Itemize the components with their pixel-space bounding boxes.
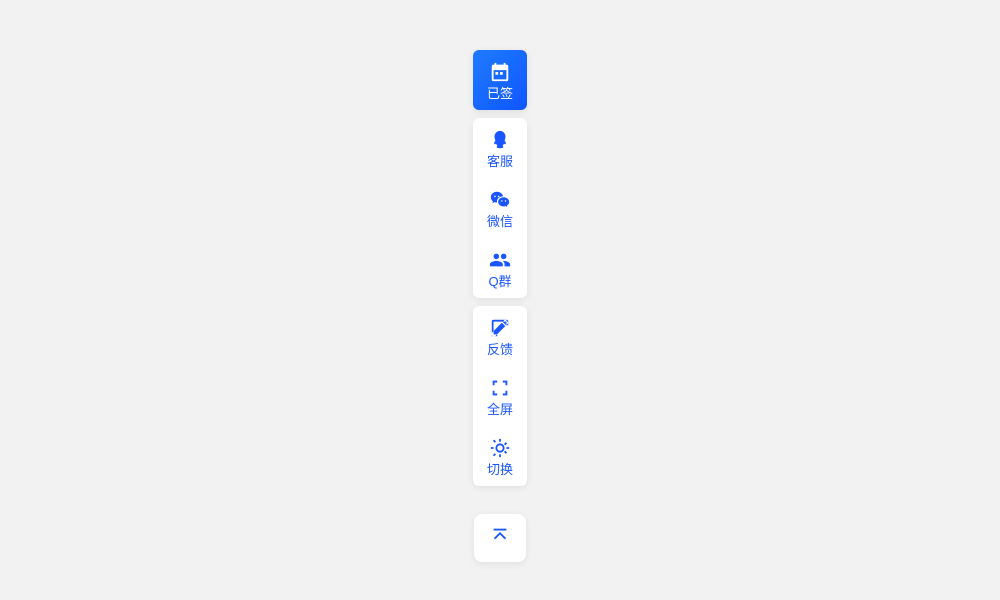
panel-tools: 反馈 全屏 切换	[473, 306, 527, 486]
feedback-button[interactable]: 反馈	[473, 306, 527, 366]
panel-contact: 客服 微信 Q群	[473, 118, 527, 298]
wechat-icon	[489, 189, 511, 211]
edit-icon	[489, 317, 511, 339]
group-icon	[489, 249, 511, 271]
sun-icon	[489, 437, 511, 459]
panel-signin: 已签	[473, 50, 527, 110]
feedback-label: 反馈	[487, 343, 513, 356]
qgroup-button[interactable]: Q群	[473, 238, 527, 298]
fullscreen-label: 全屏	[487, 403, 513, 416]
customer-service-button[interactable]: 客服	[473, 118, 527, 178]
theme-toggle-label: 切换	[487, 463, 513, 476]
calendar-icon	[489, 61, 511, 83]
customer-service-label: 客服	[487, 155, 513, 168]
wechat-label: 微信	[487, 215, 513, 228]
top-icon	[489, 525, 511, 552]
back-to-top-button[interactable]	[474, 514, 526, 562]
qgroup-label: Q群	[488, 275, 511, 288]
fullscreen-icon	[489, 377, 511, 399]
fullscreen-button[interactable]: 全屏	[473, 366, 527, 426]
wechat-button[interactable]: 微信	[473, 178, 527, 238]
theme-toggle-button[interactable]: 切换	[473, 426, 527, 486]
signin-button[interactable]: 已签	[473, 50, 527, 110]
qq-icon	[489, 129, 511, 151]
signin-label: 已签	[487, 87, 513, 100]
side-toolbar: 已签 客服 微信 Q群 反馈	[473, 50, 527, 562]
